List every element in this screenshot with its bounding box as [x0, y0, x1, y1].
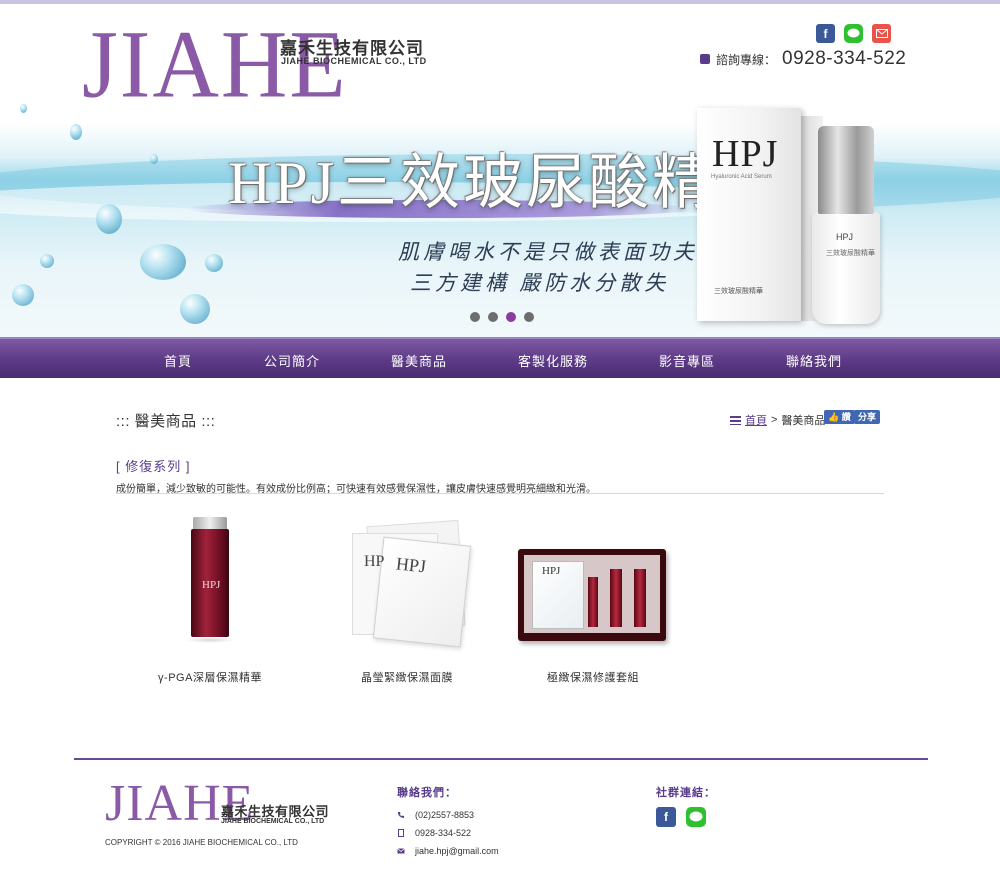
slider-dot-active[interactable]	[506, 312, 516, 322]
hotline: 諮詢專線： 0928-334-522	[700, 48, 906, 70]
footer-contact-title: 聯絡我們：	[397, 787, 457, 799]
hero-banner[interactable]: JIAHE 嘉禾生技有限公司 JIAHE BIOCHEMICAL CO., LT…	[0, 4, 1000, 337]
nav-item-custom-service[interactable]: 客製化服務	[518, 351, 588, 370]
main-nav: 首頁 公司簡介 醫美商品 客製化服務 影音專區 聯絡我們	[0, 337, 1000, 378]
footer-email: jiahe.hpj@gmail.com	[397, 846, 499, 856]
divider	[116, 493, 884, 494]
slider-dots	[470, 312, 534, 322]
nav-item-products[interactable]: 醫美商品	[391, 351, 447, 370]
slider-dot[interactable]	[470, 312, 480, 322]
product-card[interactable]: HP HPJ 晶瑩緊緻保濕面膜	[322, 515, 492, 685]
product-card[interactable]: HPJ 極緻保濕修護套組	[508, 515, 678, 685]
product-name[interactable]: 極緻保濕修護套組	[508, 669, 678, 685]
mobile-icon	[398, 829, 404, 837]
series-title: [ 修復系列 ]	[116, 459, 191, 474]
like-label: 讚	[841, 412, 851, 422]
page-title: ::: 醫美商品 :::	[116, 413, 216, 430]
facebook-share-button[interactable]: 分享	[854, 410, 881, 424]
water-droplet	[180, 294, 210, 324]
nav-item-about[interactable]: 公司簡介	[264, 351, 320, 370]
breadcrumb-home-link[interactable]: 首頁	[745, 412, 767, 428]
footer-mobile: 0928-334-522	[397, 828, 471, 838]
slider-dot[interactable]	[524, 312, 534, 322]
footer-phone-number[interactable]: (02)2557-8853	[415, 810, 474, 820]
product-name[interactable]: 晶瑩緊緻保濕面膜	[322, 669, 492, 685]
product-box-cn: 三效玻尿酸精華	[714, 288, 763, 295]
breadcrumb-separator: >	[771, 414, 778, 426]
phone-icon	[398, 812, 404, 818]
serum-bottle	[812, 212, 880, 324]
hotline-number[interactable]: 0928-334-522	[782, 48, 906, 70]
product-card[interactable]: HPJ γ-PGA深層保濕精華	[125, 515, 295, 685]
water-droplet	[205, 254, 223, 272]
footer-company-en: JIAHE BIOCHEMICAL CO., LTD	[221, 818, 325, 825]
footer-social-title: 社群連結：	[656, 787, 716, 799]
breadcrumb-current: 醫美商品	[781, 415, 826, 427]
facebook-icon[interactable]: f	[656, 807, 676, 827]
company-name-en: JIAHE BIOCHEMICAL CO., LTD	[281, 56, 427, 66]
facebook-icon[interactable]: f	[816, 24, 835, 43]
water-droplet	[150, 154, 158, 164]
banner-subline-2: 三方建構 嚴防水分散失	[410, 271, 670, 295]
footer-phone: (02)2557-8853	[397, 810, 474, 820]
bottle-brand: HPJ	[836, 232, 854, 242]
footer-divider	[74, 758, 928, 760]
copyright: COPYRIGHT © 2016 JIAHE BIOCHEMICAL CO., …	[105, 838, 298, 847]
footer-email-address[interactable]: jiahe.hpj@gmail.com	[415, 846, 499, 856]
mail-icon	[397, 848, 405, 854]
product-image[interactable]: HP HPJ	[322, 515, 492, 655]
banner-subline-1: 肌膚喝水不是只做表面功夫	[398, 240, 698, 264]
bottle-cn: 三效玻尿酸精華	[826, 250, 875, 257]
product-box-brand: HPJ	[712, 133, 779, 175]
slider-dot[interactable]	[488, 312, 498, 322]
product-name[interactable]: γ-PGA深層保濕精華	[125, 669, 295, 685]
banner-headline: HPJ三效玻尿酸精華	[228, 150, 779, 216]
water-droplet	[70, 124, 82, 140]
product-box-subtitle: Hyaluronic Acid Serum	[711, 174, 772, 180]
hotline-label: 諮詢專線：	[716, 52, 777, 67]
social-links: f	[816, 24, 891, 43]
product-image[interactable]: HPJ	[125, 515, 295, 655]
serum-bottle-cap	[818, 126, 874, 214]
breadcrumb: 首頁 > 醫美商品	[730, 412, 825, 428]
water-droplet	[140, 244, 186, 280]
line-icon[interactable]	[686, 807, 706, 827]
facebook-like-button[interactable]: 👍 讚	[824, 410, 855, 424]
water-droplet	[96, 204, 122, 234]
phone-icon	[700, 54, 710, 64]
product-image[interactable]: HPJ	[508, 515, 678, 655]
water-droplet	[40, 254, 54, 268]
mail-icon[interactable]	[872, 24, 891, 43]
nav-item-home[interactable]: 首頁	[164, 351, 192, 370]
footer-mobile-number[interactable]: 0928-334-522	[415, 828, 471, 838]
line-icon[interactable]	[844, 24, 863, 43]
nav-item-contact[interactable]: 聯絡我們	[786, 351, 842, 370]
water-droplet	[20, 104, 27, 113]
nav-item-media[interactable]: 影音專區	[659, 351, 715, 370]
water-droplet	[12, 284, 34, 306]
list-icon	[730, 415, 741, 425]
